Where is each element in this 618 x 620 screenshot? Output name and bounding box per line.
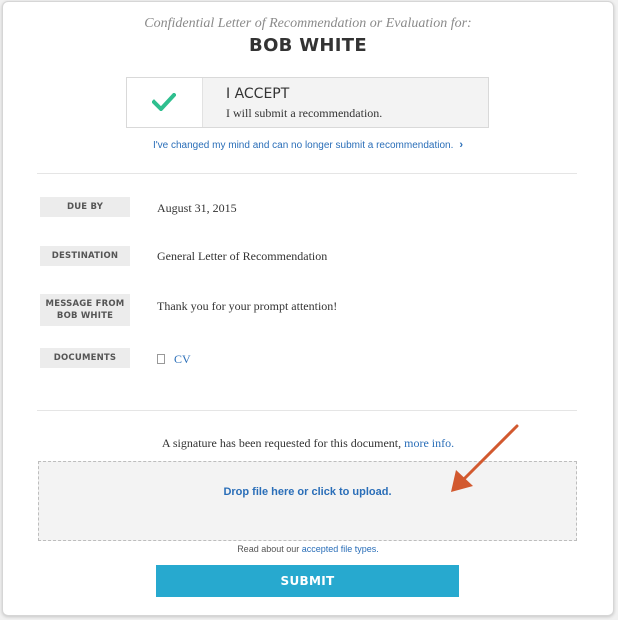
document-item[interactable]: CV xyxy=(157,352,191,367)
destination-value: General Letter of Recommendation xyxy=(157,249,328,263)
message-value: Thank you for your prompt attention! xyxy=(157,299,338,313)
document-link-cv[interactable]: CV xyxy=(174,352,191,366)
arrow-annotation-icon xyxy=(451,424,519,492)
accepted-types-link[interactable]: accepted file types. xyxy=(302,544,379,554)
accept-subtitle: I will submit a recommendation. xyxy=(226,106,383,120)
page-title: BOB WHITE xyxy=(249,35,367,56)
decline-link-text[interactable]: I've changed my mind and can no longer s… xyxy=(153,140,453,151)
message-from-label: MESSAGE FROM BOB WHITE xyxy=(40,294,130,326)
recommendation-card: Confidential Letter of Recommendation or… xyxy=(2,1,614,616)
decline-link[interactable]: I've changed my mind and can no longer s… xyxy=(3,139,613,151)
due-by-label: DUE BY xyxy=(40,197,130,217)
message-label-line1: MESSAGE FROM xyxy=(45,299,125,309)
due-by-value: August 31, 2015 xyxy=(157,201,237,215)
divider xyxy=(37,410,577,411)
read-about-text: Read about our xyxy=(237,544,300,554)
signature-text: A signature has been requested for this … xyxy=(161,436,402,450)
accepted-types-note: Read about our accepted file types. xyxy=(3,544,613,554)
accept-option[interactable]: I ACCEPT I will submit a recommendation. xyxy=(126,77,489,128)
accept-title: I ACCEPT xyxy=(226,86,290,102)
divider xyxy=(37,173,577,174)
documents-label: DOCUMENTS xyxy=(40,348,130,368)
document-icon xyxy=(157,354,165,364)
destination-label: DESTINATION xyxy=(40,246,130,266)
chevron-right-icon: › xyxy=(459,139,464,151)
submit-button[interactable]: SUBMIT xyxy=(156,565,459,597)
checkmark-icon xyxy=(127,78,203,127)
page-subtitle: Confidential Letter of Recommendation or… xyxy=(144,16,472,31)
message-label-line2: BOB WHITE xyxy=(56,311,114,321)
